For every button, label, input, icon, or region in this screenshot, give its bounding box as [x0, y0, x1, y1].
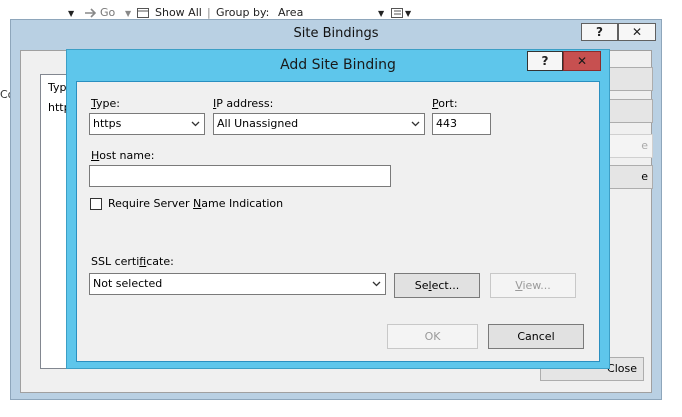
show-all-icon[interactable] — [137, 8, 149, 18]
host-name-label: Host name: — [91, 149, 155, 162]
type-label: Type: — [91, 97, 120, 110]
ssl-certificate-select-value: Not selected — [93, 277, 163, 290]
go-dropdown-icon[interactable]: ▼ — [125, 9, 131, 18]
ssl-certificate-label: SSL certificate: — [91, 255, 174, 268]
port-label: Port: — [432, 97, 458, 110]
site-bindings-title: Site Bindings — [293, 26, 379, 41]
ip-address-select-value: All Unassigned — [217, 117, 299, 130]
ssl-certificate-select[interactable]: Not selected — [89, 273, 386, 295]
require-sni-label[interactable]: Require Server Name Indication — [108, 197, 283, 210]
view-mode-dropdown-icon[interactable]: ▼ — [405, 9, 411, 18]
go-button-label[interactable]: Go — [100, 6, 115, 19]
ip-address-select[interactable]: All Unassigned — [213, 113, 425, 135]
dialog-help-button[interactable]: ? — [527, 51, 563, 71]
show-all-label[interactable]: Show All — [155, 6, 202, 19]
port-input[interactable]: 443 — [432, 113, 491, 135]
help-icon: ? — [596, 25, 603, 39]
toolbar: ▼ Go ▼ Show All | Group by: Area ▼ ▼ — [0, 0, 682, 20]
cancel-button[interactable]: Cancel — [488, 324, 584, 349]
dialog-close-button[interactable]: ✕ — [563, 51, 601, 71]
chevron-down-icon — [411, 121, 420, 127]
group-by-label: Group by: — [216, 6, 270, 19]
help-icon: ? — [541, 54, 549, 68]
ok-button[interactable]: OK — [387, 324, 478, 349]
toolbar-dropdown-arrow-icon[interactable]: ▼ — [68, 9, 74, 18]
dialog-body: Type: https IP address: All Unassigned P… — [76, 81, 600, 362]
toolbar-separator: | — [207, 6, 211, 19]
add-site-binding-dialog: Add Site Binding ? ✕ Type: https IP addr… — [66, 49, 610, 369]
select-certificate-button[interactable]: Select... — [394, 273, 480, 298]
type-select-value: https — [93, 117, 122, 130]
group-by-dropdown-icon[interactable]: ▼ — [378, 9, 384, 18]
port-input-value: 443 — [436, 117, 457, 130]
type-select[interactable]: https — [89, 113, 205, 135]
go-icon[interactable] — [84, 8, 96, 18]
chevron-down-icon — [191, 121, 200, 127]
group-by-value[interactable]: Area — [278, 6, 303, 19]
view-certificate-button[interactable]: View... — [490, 273, 576, 298]
view-mode-icon[interactable] — [391, 8, 403, 18]
require-sni-checkbox[interactable] — [90, 198, 102, 210]
help-button[interactable]: ? — [581, 23, 618, 41]
chevron-down-icon — [372, 281, 381, 287]
close-icon: ✕ — [631, 25, 643, 39]
close-window-button[interactable]: ✕ — [618, 23, 656, 41]
host-name-input[interactable] — [89, 165, 391, 187]
ip-address-label: IP address: — [213, 97, 274, 110]
close-icon: ✕ — [576, 54, 588, 68]
